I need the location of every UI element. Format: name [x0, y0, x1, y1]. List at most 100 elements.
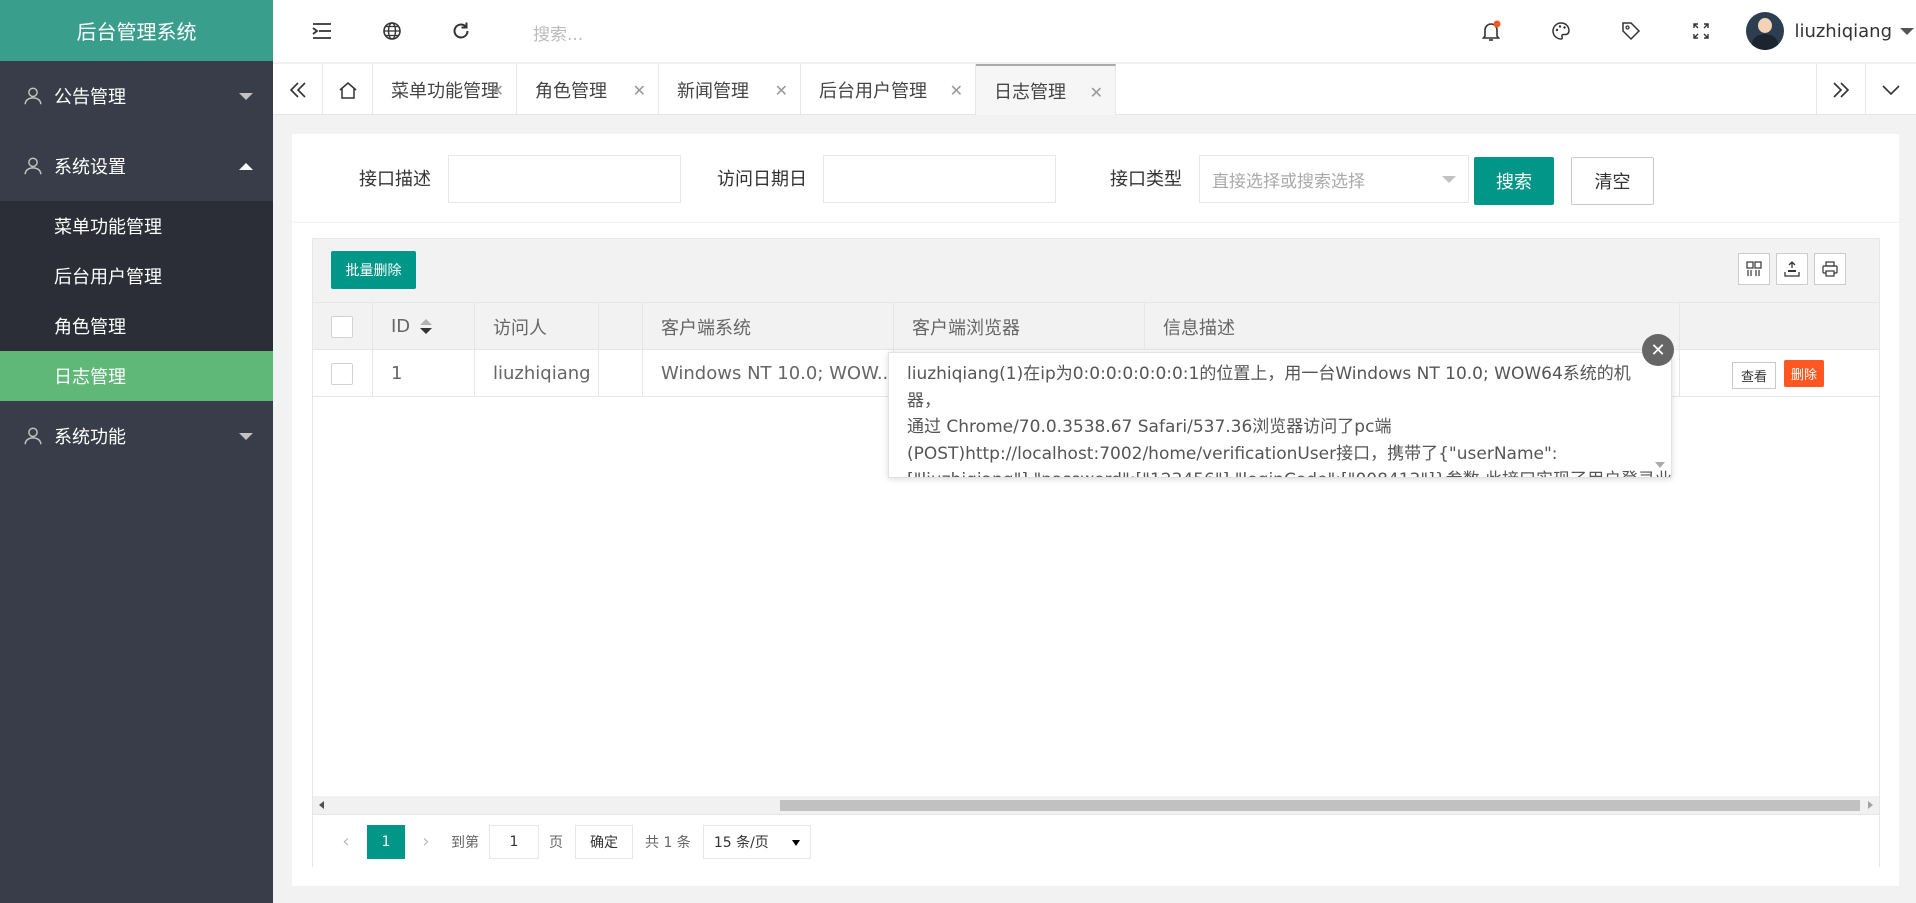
clear-button[interactable]: 清空: [1571, 157, 1654, 205]
page-tabs: 菜单功能管理 ✕ 角色管理 ✕ 新闻管理 ✕ 后台用户管理 ✕ 日志管理 ✕: [273, 64, 1916, 115]
column-header-label: ID: [391, 316, 411, 337]
menu-head-announcement[interactable]: 公告管理: [0, 61, 273, 131]
pagination: ‹ 1 › 到第 1 页 确定 共 1 条 15 条/页: [313, 814, 1879, 868]
delete-button[interactable]: 删除: [1784, 360, 1824, 387]
tab-label: 后台用户管理: [819, 80, 927, 102]
description-tooltip: liuzhiqiang(1)在ip为0:0:0:0:0:0:0:1的位置上，用一…: [888, 352, 1672, 478]
home-tab-icon[interactable]: [323, 64, 373, 115]
tab-label: 菜单功能管理: [391, 80, 499, 102]
api-type-label: 接口类型: [1110, 169, 1182, 190]
fullscreen-icon[interactable]: [1689, 19, 1713, 43]
submenu-settings: 菜单功能管理 后台用户管理 角色管理 日志管理: [0, 201, 273, 401]
scroll-right-arrow-icon[interactable]: [1868, 801, 1873, 809]
tooltip-line: 通过 Chrome/70.0.3538.67 Safari/537.36浏览器访…: [907, 417, 1392, 437]
column-header-id[interactable]: ID: [373, 303, 475, 350]
menu-head-label: 公告管理: [54, 87, 126, 108]
column-header-description: 信息描述: [1163, 317, 1235, 339]
tab-label: 日志管理: [994, 81, 1066, 103]
user-icon: [24, 87, 42, 105]
row-visitor: liuzhiqiang: [475, 350, 599, 397]
refresh-icon[interactable]: [449, 19, 473, 43]
print-icon[interactable]: [1814, 253, 1846, 285]
sidebar: 后台管理系统 公告管理 系统设置 菜单功能管理 后台用户管理 角色管理 日志管理…: [0, 0, 273, 903]
sort-icon[interactable]: [420, 318, 433, 335]
sidebar-item-logs[interactable]: 日志管理: [0, 351, 273, 401]
next-page-icon[interactable]: ›: [413, 825, 439, 859]
close-icon[interactable]: ✕: [950, 81, 963, 100]
columns-filter-icon[interactable]: [1738, 253, 1770, 285]
goto-label: 到第: [451, 834, 479, 851]
tab-news[interactable]: 新闻管理 ✕: [659, 64, 801, 115]
visit-date-label: 访问日期日: [717, 169, 807, 190]
scrollbar-thumb[interactable]: [780, 800, 1860, 811]
row-checkbox[interactable]: [331, 362, 353, 385]
page-size-select[interactable]: 15 条/页: [702, 824, 811, 859]
theme-palette-icon[interactable]: [1549, 19, 1573, 43]
api-desc-label: 接口描述: [359, 169, 431, 190]
close-icon[interactable]: ✕: [491, 81, 504, 100]
tag-icon[interactable]: [1619, 19, 1643, 43]
goto-page-input[interactable]: 1: [489, 824, 539, 859]
current-page[interactable]: 1: [367, 824, 405, 859]
tab-admin-users[interactable]: 后台用户管理 ✕: [801, 64, 976, 115]
globe-icon[interactable]: [380, 19, 404, 43]
row-client-os: Windows NT 10.0; WOW...: [643, 350, 894, 397]
collapse-menu-icon[interactable]: [310, 19, 334, 43]
page-unit-label: 页: [549, 834, 563, 851]
sidebar-item-menu-management[interactable]: 菜单功能管理: [0, 201, 273, 251]
prev-page-icon[interactable]: ‹: [333, 825, 359, 859]
chevron-down-icon: [1900, 27, 1914, 35]
tab-label: 角色管理: [535, 80, 607, 102]
sidebar-item-roles[interactable]: 角色管理: [0, 301, 273, 351]
tooltip-line: (POST)http://localhost:7002/home/verific…: [907, 443, 1558, 464]
menu-group-system-functions: 系统功能: [0, 401, 273, 471]
tabs-menu-chevron-icon[interactable]: [1866, 64, 1916, 115]
global-search-input[interactable]: 搜索...: [533, 20, 583, 45]
menu-head-system-functions[interactable]: 系统功能: [0, 401, 273, 471]
chevron-down-icon: [1442, 176, 1456, 183]
export-icon[interactable]: [1776, 253, 1808, 285]
row-checkbox-cell: [313, 350, 373, 397]
menu-head-settings[interactable]: 系统设置: [0, 131, 273, 201]
divider: [292, 222, 1899, 223]
chevron-down-icon: [239, 432, 253, 440]
row-blank: [599, 350, 643, 397]
menu-head-label: 系统设置: [54, 157, 126, 178]
total-count: 共 1 条: [645, 834, 691, 851]
top-header: 搜索... liuzhiqiang: [273, 0, 1916, 63]
batch-delete-button[interactable]: 批量删除: [331, 251, 416, 289]
select-all-checkbox[interactable]: [331, 315, 353, 338]
close-icon[interactable]: ✕: [1090, 83, 1103, 102]
close-icon[interactable]: ✕: [775, 81, 788, 100]
close-tooltip-icon[interactable]: ✕: [1642, 334, 1674, 366]
row-id: 1: [373, 350, 475, 397]
close-icon[interactable]: ✕: [633, 81, 646, 100]
tab-menu-management[interactable]: 菜单功能管理 ✕: [373, 64, 517, 115]
row-actions: 查看 删除: [1679, 350, 1879, 397]
confirm-page-button[interactable]: 确定: [575, 824, 633, 859]
avatar: [1746, 12, 1785, 50]
view-button[interactable]: 查看: [1732, 362, 1776, 389]
tooltip-scroll-down-icon[interactable]: [1655, 462, 1665, 468]
visit-date-input[interactable]: [823, 155, 1056, 203]
tabs-scroll-right-icon[interactable]: [1816, 64, 1866, 115]
tab-roles[interactable]: 角色管理 ✕: [517, 64, 659, 115]
tab-logs[interactable]: 日志管理 ✕: [976, 64, 1116, 115]
data-table: 批量删除 ID 访问人 客户端系统 客户端浏览器 信息描述 1 liuzhiqi…: [312, 238, 1880, 868]
table-toolbar: 批量删除: [313, 239, 1879, 303]
user-menu[interactable]: liuzhiqiang: [1746, 12, 1916, 50]
user-icon: [24, 427, 42, 445]
api-type-select[interactable]: 直接选择或搜索选择: [1199, 155, 1469, 203]
scroll-left-arrow-icon[interactable]: [319, 801, 324, 809]
tabs-scroll-left-icon[interactable]: [273, 64, 323, 115]
user-icon: [24, 157, 42, 175]
horizontal-scrollbar[interactable]: [313, 796, 1879, 814]
chevron-down-icon: [239, 92, 253, 100]
tab-label: 新闻管理: [677, 80, 749, 102]
api-desc-input[interactable]: [448, 155, 681, 203]
search-button[interactable]: 搜索: [1474, 157, 1554, 205]
sidebar-item-admin-users[interactable]: 后台用户管理: [0, 251, 273, 301]
column-header-client-os: 客户端系统: [643, 303, 894, 350]
menu-head-label: 系统功能: [54, 427, 126, 448]
bell-icon[interactable]: [1479, 19, 1503, 43]
